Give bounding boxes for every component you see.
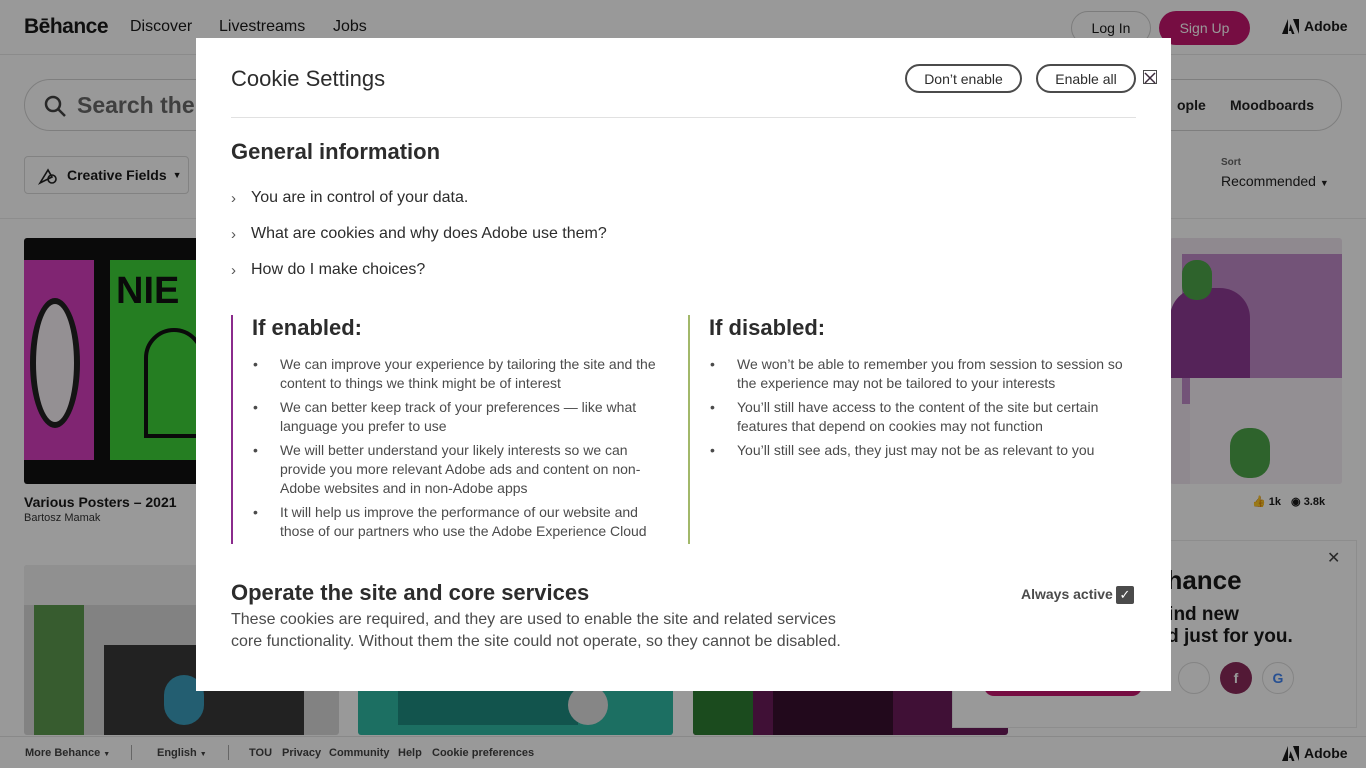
operate-site-description: These cookies are required, and they are…	[231, 611, 841, 650]
close-icon[interactable]	[1143, 70, 1157, 84]
if-enabled-list: We can improve your experience by tailor…	[252, 355, 670, 546]
accordion-item-cookies[interactable]: › What are cookies and why does Adobe use…	[231, 225, 607, 243]
accordion-label: You are in control of your data.	[251, 189, 469, 206]
if-disabled-heading: If disabled:	[709, 315, 826, 340]
dont-enable-button[interactable]: Don’t enable	[905, 64, 1022, 93]
dialog-title: Cookie Settings	[231, 66, 386, 91]
accordion-label: What are cookies and why does Adobe use …	[251, 225, 607, 242]
always-active-label: Always active	[1021, 586, 1113, 602]
always-active-checkbox[interactable]: ✓	[1116, 586, 1134, 604]
accordion-label: How do I make choices?	[251, 261, 426, 278]
operate-site-heading: Operate the site and core services	[231, 580, 590, 605]
chevron-right-icon: ›	[231, 189, 236, 207]
if-enabled-heading: If enabled:	[252, 315, 363, 340]
accordion-item-control[interactable]: › You are in control of your data.	[231, 189, 468, 207]
cookie-settings-dialog: Cookie Settings Don’t enable Enable all …	[196, 38, 1171, 691]
checkmark-icon: ✓	[1119, 587, 1131, 602]
list-item: You’ll still see ads, they just may not …	[709, 441, 1127, 460]
general-information-heading: General information	[231, 139, 441, 164]
list-item: You’ll still have access to the content …	[709, 398, 1127, 436]
clipped-link[interactable]: ········	[251, 668, 301, 674]
list-item: We can better keep track of your prefere…	[252, 398, 670, 436]
accordion-item-choices[interactable]: › How do I make choices?	[231, 261, 425, 279]
if-disabled-column: If disabled: We won’t be able to remembe…	[688, 315, 1128, 544]
list-item: We won’t be able to remember you from se…	[709, 355, 1127, 393]
header-divider	[231, 117, 1136, 118]
list-item: We will better understand your likely in…	[252, 441, 670, 498]
chevron-right-icon: ›	[231, 261, 236, 279]
list-item: It will help us improve the performance …	[252, 503, 670, 541]
if-disabled-list: We won’t be able to remember you from se…	[709, 355, 1127, 465]
chevron-right-icon: ›	[231, 225, 236, 243]
if-enabled-column: If enabled: We can improve your experien…	[231, 315, 671, 544]
list-item: We can improve your experience by tailor…	[252, 355, 670, 393]
enable-all-button[interactable]: Enable all	[1036, 64, 1136, 93]
